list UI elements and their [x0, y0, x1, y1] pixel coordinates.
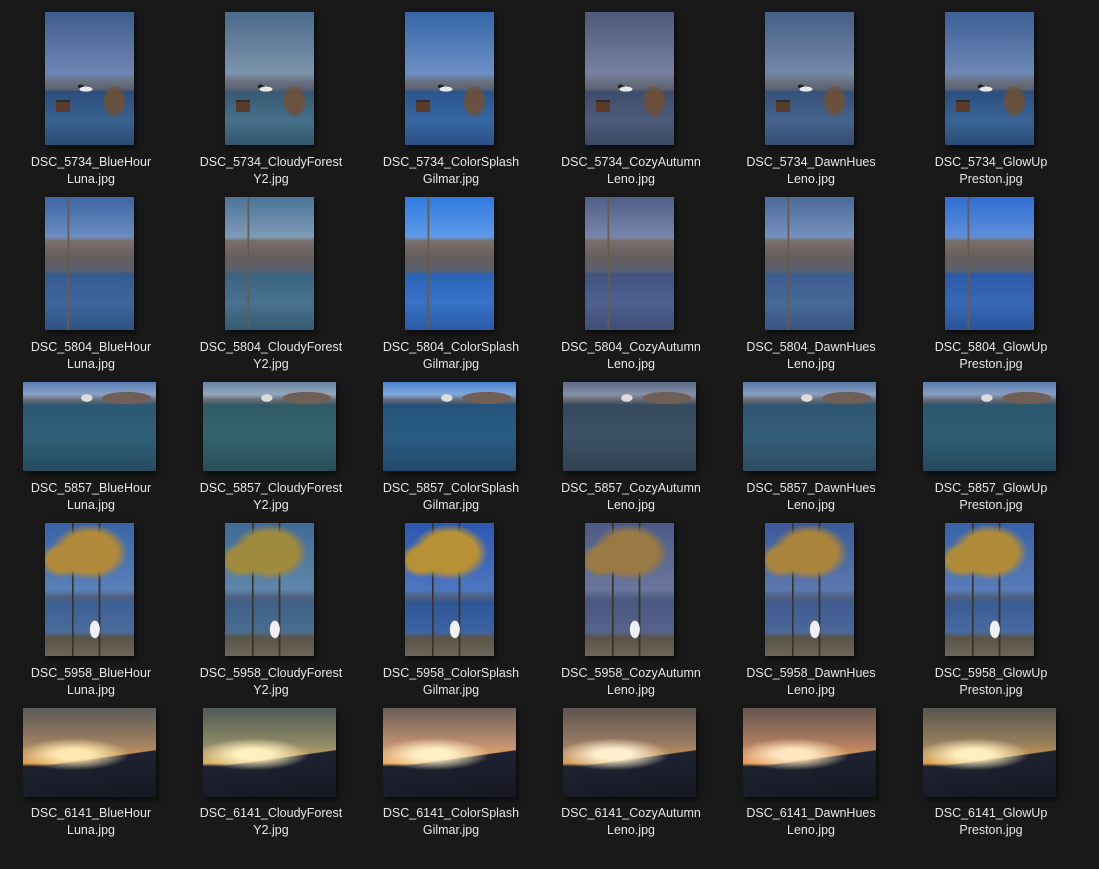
file-tile[interactable]: DSC_5804_GlowUp Preston.jpg	[911, 197, 1071, 375]
file-name: DSC_5857_GlowUp Preston.jpg	[934, 481, 1048, 512]
thumbnail-image	[585, 197, 674, 330]
file-tile[interactable]: DSC_5857_GlowUp Preston.jpg	[911, 382, 1071, 517]
file-name: DSC_6141_CozyAutumn Leno.jpg	[561, 806, 701, 837]
file-name: DSC_5857_BlueHour Luna.jpg	[30, 481, 152, 512]
thumbnail-image	[585, 523, 674, 656]
thumbnail-image	[383, 708, 516, 797]
thumbnail-image	[563, 382, 696, 471]
thumbnail-image	[765, 12, 854, 145]
file-name: DSC_6141_BlueHour Luna.jpg	[30, 806, 152, 837]
file-tile[interactable]: DSC_5857_ColorSplash Gilmar.jpg	[371, 382, 531, 517]
thumbnail-image	[45, 12, 134, 145]
file-tile[interactable]: DSC_5958_CozyAutumn Leno.jpg	[551, 523, 711, 701]
file-tile[interactable]: DSC_5734_ColorSplash Gilmar.jpg	[371, 12, 531, 190]
file-name: DSC_6141_GlowUp Preston.jpg	[934, 806, 1048, 837]
file-name: DSC_5958_DawnHues Leno.jpg	[746, 666, 876, 697]
file-tile[interactable]: DSC_6141_CloudyForest Y2.jpg	[191, 708, 351, 843]
file-tile[interactable]: DSC_5804_CozyAutumn Leno.jpg	[551, 197, 711, 375]
thumbnail-image	[45, 523, 134, 656]
thumbnail-image	[23, 382, 156, 471]
thumbnail-image	[203, 708, 336, 797]
file-name: DSC_5804_ColorSplash Gilmar.jpg	[382, 340, 520, 371]
file-name: DSC_5857_ColorSplash Gilmar.jpg	[382, 481, 520, 512]
file-name: DSC_5958_CozyAutumn Leno.jpg	[561, 666, 701, 697]
thumbnail-image	[225, 12, 314, 145]
file-name: DSC_5734_GlowUp Preston.jpg	[934, 155, 1048, 186]
file-name: DSC_5734_BlueHour Luna.jpg	[30, 155, 152, 186]
file-name: DSC_6141_ColorSplash Gilmar.jpg	[382, 806, 520, 837]
file-tile[interactable]: DSC_5857_CozyAutumn Leno.jpg	[551, 382, 711, 517]
file-tile[interactable]: DSC_5857_CloudyForest Y2.jpg	[191, 382, 351, 517]
file-name: DSC_5857_CloudyForest Y2.jpg	[199, 481, 343, 512]
file-name: DSC_5857_CozyAutumn Leno.jpg	[561, 481, 701, 512]
thumbnail-image	[225, 197, 314, 330]
thumbnail-image	[945, 523, 1034, 656]
thumbnail-image	[923, 708, 1056, 797]
file-name: DSC_5958_BlueHour Luna.jpg	[30, 666, 152, 697]
file-name: DSC_6141_CloudyForest Y2.jpg	[199, 806, 343, 837]
file-tile[interactable]: DSC_6141_BlueHour Luna.jpg	[11, 708, 171, 843]
file-tile[interactable]: DSC_6141_ColorSplash Gilmar.jpg	[371, 708, 531, 843]
file-tile[interactable]: DSC_5734_DawnHues Leno.jpg	[731, 12, 891, 190]
file-tile[interactable]: DSC_6141_GlowUp Preston.jpg	[911, 708, 1071, 843]
thumbnail-image	[945, 12, 1034, 145]
file-name: DSC_6141_DawnHues Leno.jpg	[746, 806, 876, 837]
thumbnail-image	[945, 197, 1034, 330]
file-tile[interactable]: DSC_5734_CozyAutumn Leno.jpg	[551, 12, 711, 190]
thumbnail-image	[23, 708, 156, 797]
thumbnail-image	[203, 382, 336, 471]
file-name: DSC_5804_BlueHour Luna.jpg	[30, 340, 152, 371]
thumbnail-image	[405, 523, 494, 656]
file-name: DSC_5804_DawnHues Leno.jpg	[746, 340, 876, 371]
file-tile[interactable]: DSC_5857_DawnHues Leno.jpg	[731, 382, 891, 517]
thumbnail-image	[765, 197, 854, 330]
file-name: DSC_5734_CozyAutumn Leno.jpg	[561, 155, 701, 186]
file-tile[interactable]: DSC_6141_CozyAutumn Leno.jpg	[551, 708, 711, 843]
file-tile[interactable]: DSC_5958_CloudyForest Y2.jpg	[191, 523, 351, 701]
file-name: DSC_5958_ColorSplash Gilmar.jpg	[382, 666, 520, 697]
thumbnail-image	[765, 523, 854, 656]
file-name: DSC_5804_CozyAutumn Leno.jpg	[561, 340, 701, 371]
file-tile[interactable]: DSC_5734_GlowUp Preston.jpg	[911, 12, 1071, 190]
thumbnail-image	[225, 523, 314, 656]
thumbnail-image	[383, 382, 516, 471]
file-name: DSC_5958_GlowUp Preston.jpg	[934, 666, 1048, 697]
file-tile[interactable]: DSC_5804_DawnHues Leno.jpg	[731, 197, 891, 375]
file-name: DSC_5734_CloudyForest Y2.jpg	[199, 155, 343, 186]
file-tile[interactable]: DSC_5804_ColorSplash Gilmar.jpg	[371, 197, 531, 375]
thumbnail-image	[743, 382, 876, 471]
file-name: DSC_5734_ColorSplash Gilmar.jpg	[382, 155, 520, 186]
thumbnail-image	[405, 197, 494, 330]
file-tile[interactable]: DSC_6141_DawnHues Leno.jpg	[731, 708, 891, 843]
file-name: DSC_5804_CloudyForest Y2.jpg	[199, 340, 343, 371]
thumbnail-image	[563, 708, 696, 797]
thumbnail-image	[585, 12, 674, 145]
file-tile[interactable]: DSC_5958_BlueHour Luna.jpg	[11, 523, 171, 701]
thumbnail-grid: DSC_5734_BlueHour Luna.jpg DSC_5734_Clou…	[0, 0, 1099, 869]
file-tile[interactable]: DSC_5734_CloudyForest Y2.jpg	[191, 12, 351, 190]
file-name: DSC_5734_DawnHues Leno.jpg	[746, 155, 876, 186]
file-tile[interactable]: DSC_5958_DawnHues Leno.jpg	[731, 523, 891, 701]
file-tile[interactable]: DSC_5804_CloudyForest Y2.jpg	[191, 197, 351, 375]
thumbnail-image	[923, 382, 1056, 471]
file-tile[interactable]: DSC_5857_BlueHour Luna.jpg	[11, 382, 171, 517]
file-tile[interactable]: DSC_5804_BlueHour Luna.jpg	[11, 197, 171, 375]
file-name: DSC_5958_CloudyForest Y2.jpg	[199, 666, 343, 697]
file-name: DSC_5857_DawnHues Leno.jpg	[746, 481, 876, 512]
file-name: DSC_5804_GlowUp Preston.jpg	[934, 340, 1048, 371]
thumbnail-image	[405, 12, 494, 145]
file-tile[interactable]: DSC_5734_BlueHour Luna.jpg	[11, 12, 171, 190]
file-tile[interactable]: DSC_5958_GlowUp Preston.jpg	[911, 523, 1071, 701]
thumbnail-image	[743, 708, 876, 797]
file-tile[interactable]: DSC_5958_ColorSplash Gilmar.jpg	[371, 523, 531, 701]
thumbnail-image	[45, 197, 134, 330]
